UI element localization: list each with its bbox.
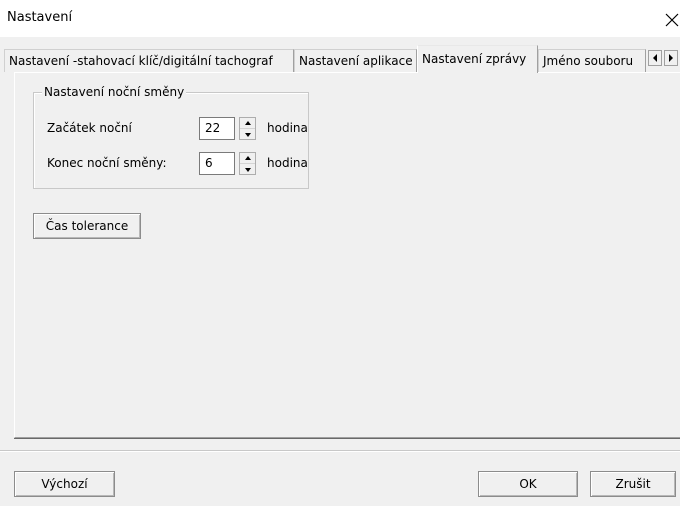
tab-stahovaci-klic[interactable]: Nastavení -stahovací klíč/digitální tach… (4, 49, 294, 72)
close-icon[interactable] (664, 12, 680, 28)
arrow-right-icon (665, 54, 677, 62)
night-end-label: Konec noční směny: (47, 156, 167, 170)
night-end-value: 6 (205, 156, 213, 170)
tab-nastaveni-zpravy[interactable]: Nastavení zprávy (417, 45, 538, 73)
night-start-input[interactable]: 22 (199, 117, 235, 140)
cancel-button[interactable]: Zrušit (590, 471, 676, 497)
tolerance-time-button[interactable]: Čas tolerance (33, 213, 141, 239)
tab-jmeno-souboru[interactable]: Jméno souboru (538, 49, 646, 72)
panel-shadow (14, 438, 680, 439)
spin-down-icon[interactable] (240, 164, 255, 175)
night-shift-legend: Nastavení noční směny (42, 85, 187, 99)
ok-button[interactable]: OK (478, 471, 578, 497)
tab-panel: Nastavení noční směny Začátek noční 22 h… (14, 72, 680, 438)
night-end-input[interactable]: 6 (199, 152, 235, 175)
default-button[interactable]: Výchozí (14, 471, 115, 497)
spin-up-icon[interactable] (240, 153, 255, 164)
title-bar: Nastavení (0, 0, 680, 37)
tab-label: Nastavení -stahovací klíč/digitální tach… (9, 54, 273, 68)
spin-down-icon[interactable] (240, 129, 255, 140)
spin-up-icon[interactable] (240, 118, 255, 129)
tab-label: Jméno souboru (543, 54, 634, 68)
night-end-unit: hodina (267, 156, 308, 170)
night-start-value: 22 (205, 121, 221, 135)
tab-label: Nastavení zprávy (422, 52, 527, 66)
tab-scroll-left-button[interactable] (648, 50, 662, 66)
window-title: Nastavení (7, 10, 73, 25)
tab-label: Nastavení aplikace (299, 54, 413, 68)
arrow-left-icon (649, 54, 661, 62)
night-start-label: Začátek noční (47, 121, 132, 135)
night-end-spinner[interactable] (239, 152, 256, 175)
tab-nastaveni-aplikace[interactable]: Nastavení aplikace (294, 49, 417, 72)
night-start-spinner[interactable] (239, 117, 256, 140)
tab-scroll-right-button[interactable] (664, 50, 678, 66)
night-start-unit: hodina (267, 121, 308, 135)
night-shift-groupbox: Nastavení noční směny Začátek noční 22 h… (33, 85, 309, 189)
footer-separator-highlight (0, 451, 680, 452)
